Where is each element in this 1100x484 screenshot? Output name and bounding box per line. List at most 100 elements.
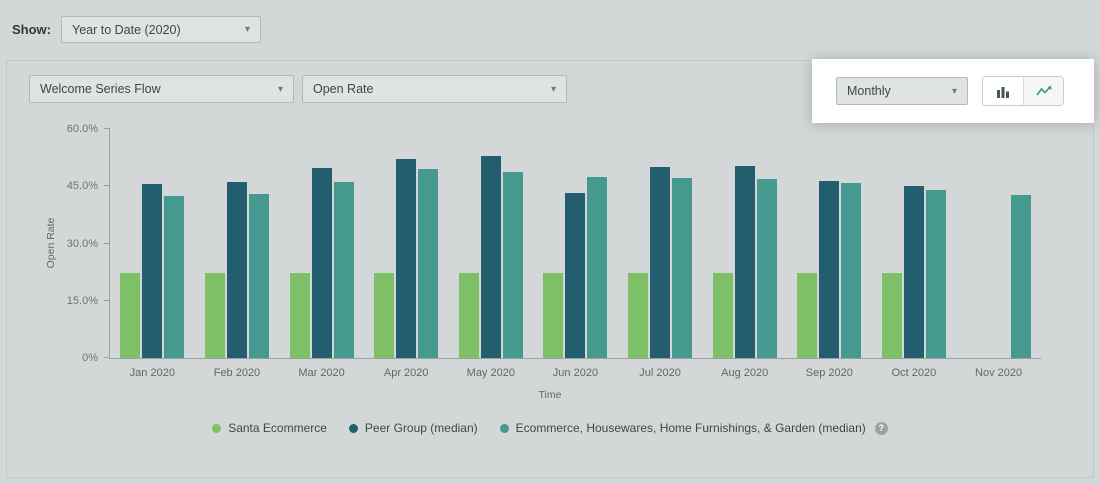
bar[interactable] <box>334 182 354 358</box>
line-chart-icon <box>1036 84 1052 98</box>
bar-slot <box>312 129 332 358</box>
bar-slot <box>735 129 755 358</box>
bar[interactable] <box>1011 195 1031 358</box>
chevron-down-icon: ▾ <box>551 84 556 95</box>
chevron-down-icon: ▾ <box>278 84 283 95</box>
bar[interactable] <box>249 194 269 358</box>
period-dropdown-value: Year to Date (2020) <box>72 23 181 37</box>
bar[interactable] <box>841 183 861 358</box>
help-icon[interactable]: ? <box>875 422 888 435</box>
bar[interactable] <box>120 273 140 358</box>
bar-slot <box>989 129 1009 358</box>
bar[interactable] <box>628 273 648 358</box>
legend-item[interactable]: Peer Group (median) <box>349 421 478 435</box>
interval-dropdown[interactable]: Monthly ▾ <box>836 77 968 105</box>
chart-legend: Santa Ecommerce Peer Group (median) Ecomme… <box>7 421 1093 435</box>
legend-item[interactable]: Santa Ecommerce <box>212 421 327 435</box>
x-tick-label: Aug 2020 <box>721 367 768 379</box>
y-tick-label: 0% <box>44 352 98 364</box>
bar-slot <box>374 129 394 358</box>
bar-group: Mar 2020 <box>290 129 354 358</box>
bar-slot <box>882 129 902 358</box>
bar[interactable] <box>926 190 946 358</box>
bar-slot <box>503 129 523 358</box>
legend-label: Santa Ecommerce <box>228 421 327 435</box>
bar-chart-icon <box>996 84 1010 98</box>
bar[interactable] <box>757 179 777 358</box>
bar-slot <box>967 129 987 358</box>
bar[interactable] <box>312 168 332 358</box>
bar[interactable] <box>142 184 162 358</box>
legend-label: Peer Group (median) <box>365 421 478 435</box>
bar[interactable] <box>713 273 733 358</box>
open-rate-chart: Open Rate 0%15.0%30.0%45.0%60.0%Jan 2020… <box>7 117 1093 419</box>
bar[interactable] <box>735 166 755 358</box>
y-tick-label: 15.0% <box>44 295 98 307</box>
bar[interactable] <box>797 273 817 358</box>
bar-slot <box>205 129 225 358</box>
legend-swatch <box>349 424 358 433</box>
bar-slot <box>290 129 310 358</box>
legend-swatch <box>212 424 221 433</box>
flow-dropdown[interactable]: Welcome Series Flow ▾ <box>29 75 294 103</box>
chart-type-toggle <box>982 76 1064 106</box>
panel-header: Welcome Series Flow ▾ Open Rate ▾ Monthl… <box>7 61 1093 113</box>
bar[interactable] <box>672 178 692 358</box>
top-bar: Show: Year to Date (2020) ▾ <box>0 0 1100 48</box>
plot-area: 0%15.0%30.0%45.0%60.0%Jan 2020Feb 2020Ma… <box>109 129 1041 359</box>
bar[interactable] <box>650 167 670 358</box>
bar[interactable] <box>418 169 438 358</box>
bar-group: Jul 2020 <box>628 129 692 358</box>
bar-slot <box>543 129 563 358</box>
chart-panel: Welcome Series Flow ▾ Open Rate ▾ Monthl… <box>6 60 1094 478</box>
bar[interactable] <box>227 182 247 358</box>
bar[interactable] <box>587 177 607 358</box>
bar-slot <box>757 129 777 358</box>
bar[interactable] <box>164 196 184 358</box>
bar[interactable] <box>396 159 416 358</box>
bar[interactable] <box>543 273 563 358</box>
bar-slot <box>1011 129 1031 358</box>
x-tick-label: Jan 2020 <box>130 367 175 379</box>
x-axis-title: Time <box>7 389 1093 401</box>
bar-group: Feb 2020 <box>205 129 269 358</box>
bar[interactable] <box>882 273 902 358</box>
bar-group: Oct 2020 <box>882 129 946 358</box>
bar[interactable] <box>290 273 310 358</box>
bar-group: May 2020 <box>459 129 523 358</box>
bar-group: Jan 2020 <box>120 129 184 358</box>
y-tick-mark <box>104 185 110 186</box>
bar[interactable] <box>205 273 225 358</box>
bar-group: Aug 2020 <box>713 129 777 358</box>
x-tick-label: Apr 2020 <box>384 367 429 379</box>
bar-slot <box>418 129 438 358</box>
bar[interactable] <box>459 273 479 358</box>
legend-label: Ecommerce, Housewares, Home Furnishings,… <box>516 421 866 435</box>
bar-slot <box>164 129 184 358</box>
bar[interactable] <box>819 181 839 358</box>
bar-group: Sep 2020 <box>797 129 861 358</box>
interval-controls-highlight: Monthly ▾ <box>812 59 1094 123</box>
bar-slot <box>650 129 670 358</box>
bar[interactable] <box>565 193 585 358</box>
metric-dropdown[interactable]: Open Rate ▾ <box>302 75 567 103</box>
bar[interactable] <box>374 273 394 358</box>
chevron-down-icon: ▾ <box>952 86 957 97</box>
bar-slot <box>904 129 924 358</box>
bar-slot <box>334 129 354 358</box>
bar-slot <box>396 129 416 358</box>
x-tick-label: May 2020 <box>467 367 515 379</box>
bar[interactable] <box>503 172 523 358</box>
bar-chart-toggle[interactable] <box>983 77 1023 105</box>
bar-group: Jun 2020 <box>543 129 607 358</box>
period-dropdown[interactable]: Year to Date (2020) ▾ <box>61 16 261 43</box>
bar-slot <box>587 129 607 358</box>
bar[interactable] <box>904 186 924 359</box>
analytics-page: Show: Year to Date (2020) ▾ Welcome Seri… <box>0 0 1100 478</box>
x-tick-label: Nov 2020 <box>975 367 1022 379</box>
legend-item[interactable]: Ecommerce, Housewares, Home Furnishings,… <box>500 421 888 435</box>
bar[interactable] <box>481 156 501 358</box>
line-chart-toggle[interactable] <box>1023 77 1063 105</box>
bar-slot <box>481 129 501 358</box>
x-tick-label: Oct 2020 <box>892 367 937 379</box>
